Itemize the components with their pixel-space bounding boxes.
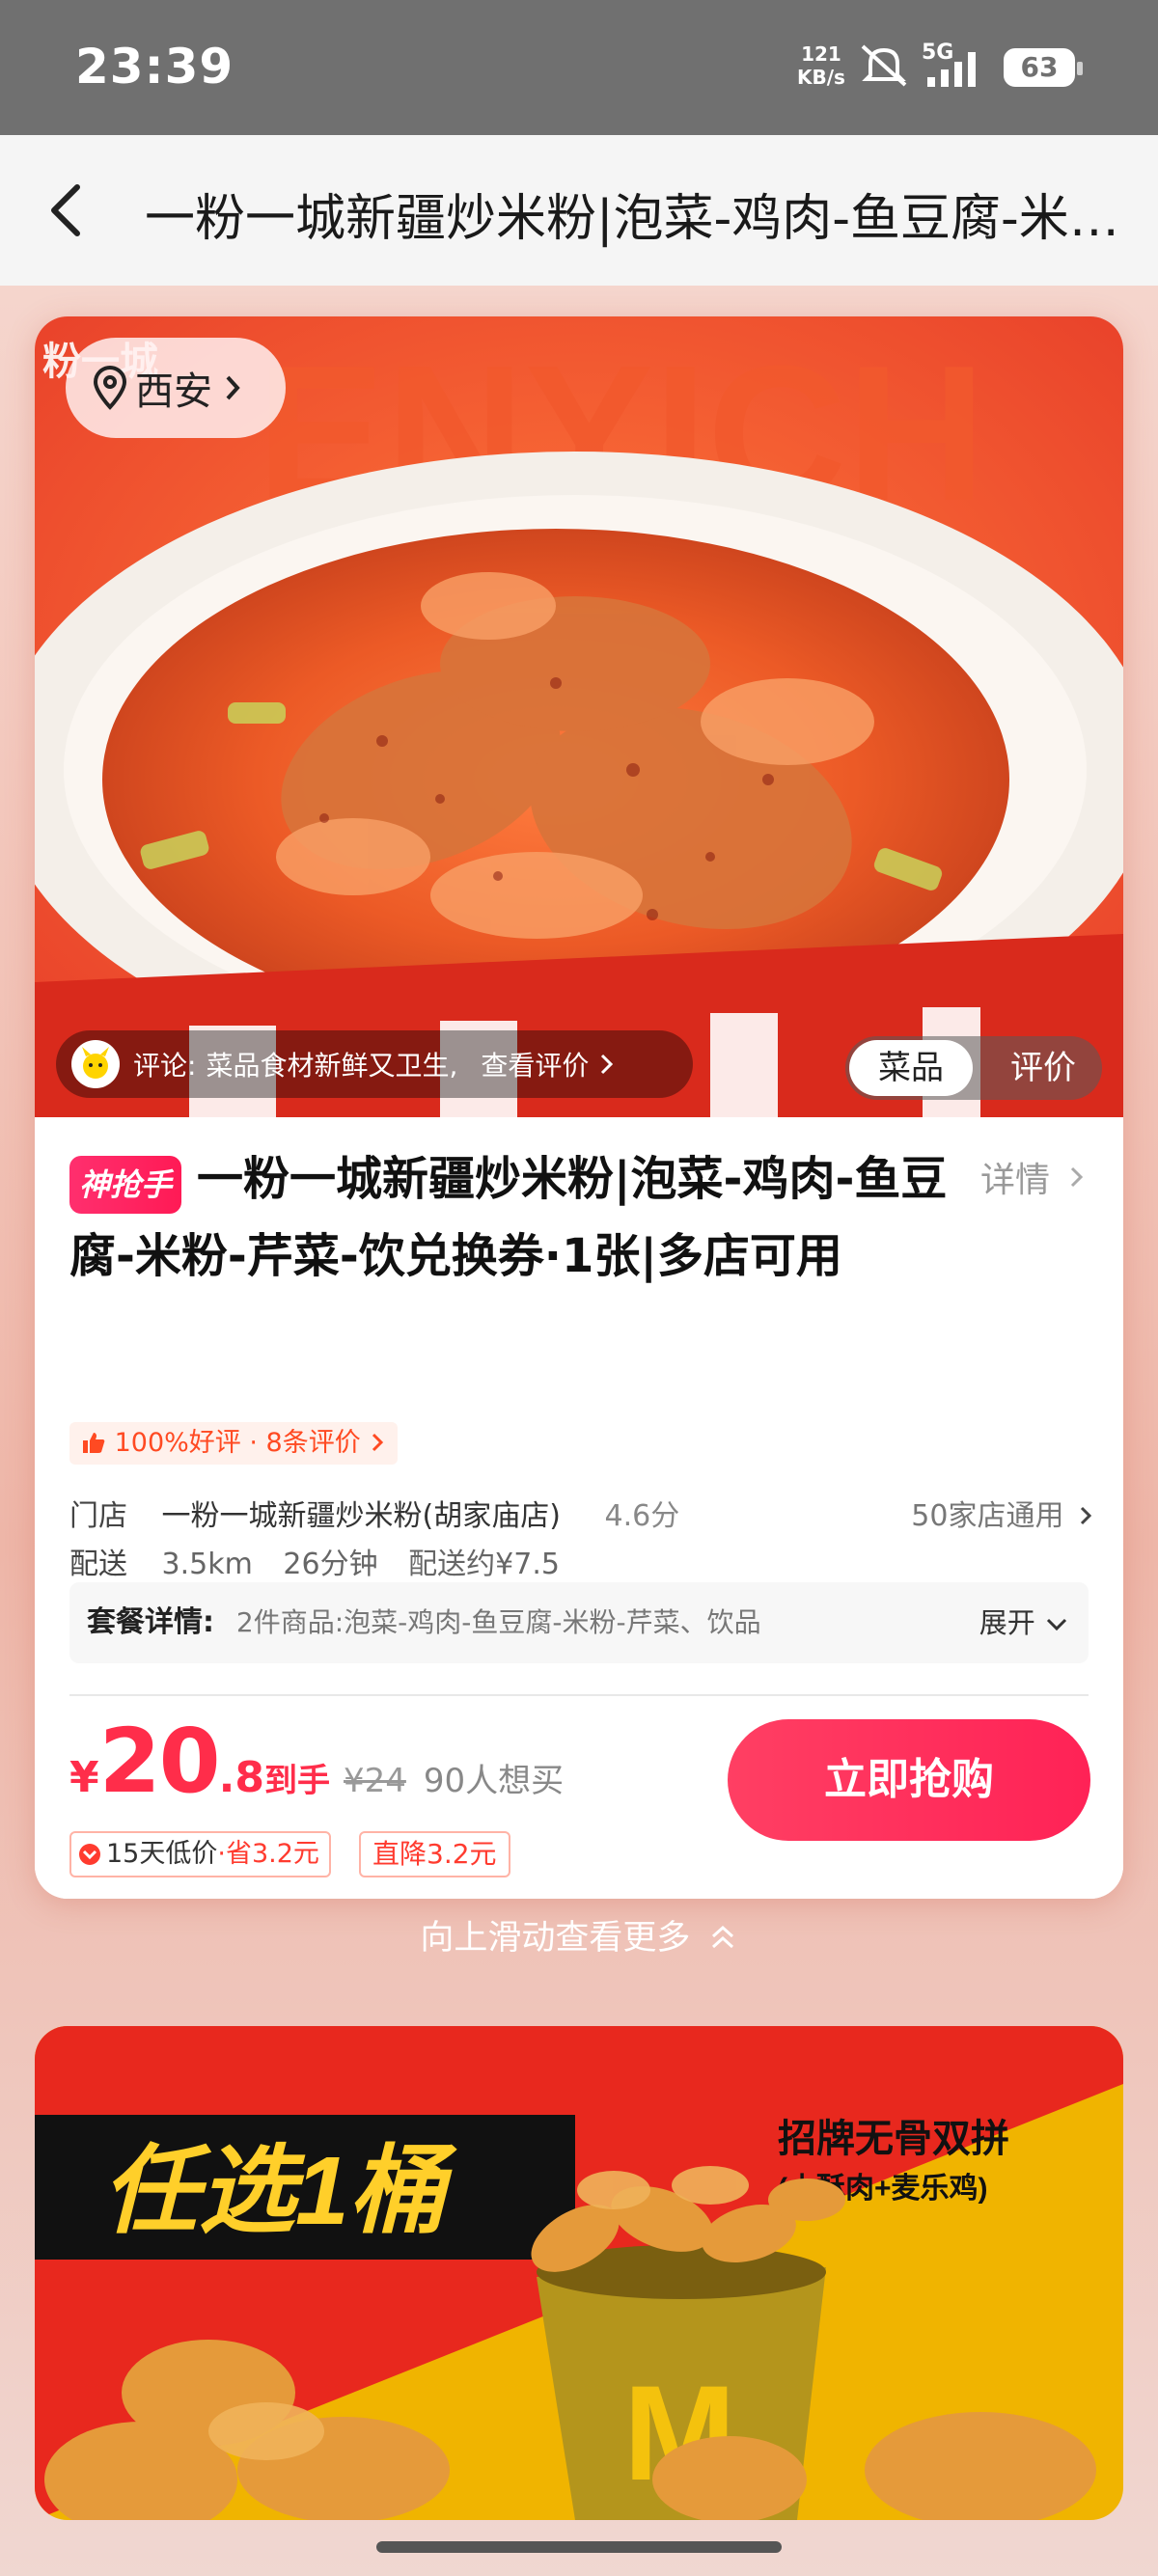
review-ticker[interactable]: 评论: 菜品食材新鲜又卫生, 查看评价 [56,1030,693,1098]
delivery-fee: 配送约¥7.5 [408,1548,560,1581]
chevron-right-icon [1071,1166,1084,1188]
store-name: 一粉一城新疆炒米粉(胡家庙店) [161,1499,561,1533]
price-label: 到手 [264,1762,330,1800]
review-label: 评论: [133,1050,197,1082]
delivery-distance: 3.5km [161,1548,253,1581]
swipe-hint-text: 向上滑动查看更多 [420,1919,691,1958]
hot-deal-badge: 神抢手 [69,1156,181,1214]
price-integer: 20 [98,1710,221,1813]
next-deal-card[interactable]: 任选1桶 招牌无骨双拼 (小酥肉+麦乐鸡) M [35,2026,1123,2520]
low-price-icon [79,1844,100,1865]
price-block: ¥20.8到手 ¥24 90人想买 [69,1710,565,1813]
rating-text: 100%好评 · 8条评价 [114,1428,361,1458]
pikachu-avatar-icon [82,1047,109,1079]
delivery-time: 26分钟 [283,1548,378,1581]
price-decimal: .8 [218,1753,264,1802]
back-arrow-icon[interactable] [39,174,96,247]
chevron-right-icon [226,375,240,400]
chevron-right-icon [1080,1506,1092,1525]
reviewer-avatar [71,1040,120,1088]
original-price: ¥24 [344,1762,406,1800]
store-score: 4.6分 [604,1499,680,1533]
media-tab-switch[interactable]: 菜品 评价 [845,1036,1102,1100]
buy-now-button[interactable]: 立即抢购 [728,1719,1090,1841]
detail-link[interactable]: 详情 [980,1152,1088,1202]
price-drop-tag: 直降3.2元 [359,1831,510,1877]
stores-available-text: 50家店通用 [911,1499,1064,1533]
nav-bar: 一粉一城新疆炒米粉|泡菜-鸡肉-鱼豆腐-米粉-芹菜-饮兑换券·1张|多店可用 [0,135,1158,286]
next-deal-image: 任选1桶 招牌无骨双拼 (小酥肉+麦乐鸡) M [35,2026,1123,2520]
package-expand[interactable]: 展开 [979,1582,1069,1663]
deal-info: 一粉一城新疆炒米粉|泡菜-鸡肉-鱼豆腐-米粉-芹菜-饮兑换券·1张|多店可用 神… [35,1117,1123,1899]
deal-card: ENYICH 西安 评论: 菜品食材新鲜又卫生, 查看评价 菜品 评价 一粉一城… [35,316,1123,1899]
tab-dish[interactable]: 菜品 [849,1040,973,1096]
want-count: 90人想买 [423,1762,565,1800]
low-price-save: ·省3.2元 [217,1839,319,1869]
low-price-text: 15天低价 [106,1839,218,1869]
rating-badge[interactable]: 100%好评 · 8条评价 [69,1422,399,1465]
hero-image[interactable]: ENYICH 西安 评论: 菜品食材新鲜又卫生, 查看评价 菜品 评价 [35,316,1123,1117]
chevron-right-icon [601,1054,614,1075]
review-text: 菜品食材新鲜又卫生, [206,1050,458,1082]
detail-link-label: 详情 [980,1161,1051,1200]
battery-icon: 63 [1004,48,1083,87]
deal-title: 一粉一城新疆炒米粉|泡菜-鸡肉-鱼豆腐-米粉-芹菜-饮兑换券·1张|多店可用 [69,1152,948,1283]
low-price-tag: 15天低价 ·省3.2元 [69,1831,331,1877]
home-indicator[interactable] [376,2541,782,2553]
tab-review[interactable]: 评价 [990,1040,1096,1096]
thumbs-up-icon [83,1433,105,1453]
delivery-label: 配送 [69,1548,127,1581]
price-symbol: ¥ [69,1753,99,1802]
next-deal-headline: 任选1桶 [102,2137,458,2245]
signal-icon [927,52,976,87]
review-link[interactable]: 查看评价 [481,1045,589,1083]
divider [69,1694,1089,1696]
next-deal-sub1: 招牌无骨双拼 [778,2118,1009,2160]
net-speed: 121 KB/s [797,42,845,89]
package-label: 套餐详情: [87,1605,214,1639]
net-speed-value: 121 [801,42,841,66]
double-chevron-up-icon [711,1925,733,1949]
battery-level: 63 [1020,51,1059,83]
stores-available-link[interactable]: 50家店通用 [911,1492,1094,1534]
mute-icon [861,44,907,87]
location-pin-icon [93,366,127,410]
location-label: 西安 [135,370,212,414]
package-details[interactable]: 套餐详情: 2件商品:泡菜-鸡肉-鱼豆腐-米粉-芹菜、饮品 展开 [69,1582,1089,1663]
swipe-hint[interactable]: 向上滑动查看更多 [0,1910,1158,1959]
net-speed-unit: KB/s [797,66,845,89]
store-label: 门店 [69,1499,127,1533]
page-title: 一粉一城新疆炒米粉|泡菜-鸡肉-鱼豆腐-米粉-芹菜-饮兑换券·1张|多店可用 [145,190,1119,248]
store-row[interactable]: 门店 一粉一城新疆炒米粉(胡家庙店) 4.6分 [69,1492,679,1534]
chevron-down-icon [1046,1618,1067,1631]
package-expand-label: 展开 [979,1606,1035,1639]
status-bar: 23:39 121 KB/s 5G 63 [0,0,1158,135]
delivery-row: 配送 3.5km 26分钟 配送约¥7.5 [69,1540,560,1582]
package-text: 2件商品:泡菜-鸡肉-鱼豆腐-米粉-芹菜、饮品 [235,1606,761,1638]
clock: 23:39 [75,39,234,95]
chevron-right-icon [372,1433,384,1452]
location-selector[interactable]: 西安 [66,338,286,438]
